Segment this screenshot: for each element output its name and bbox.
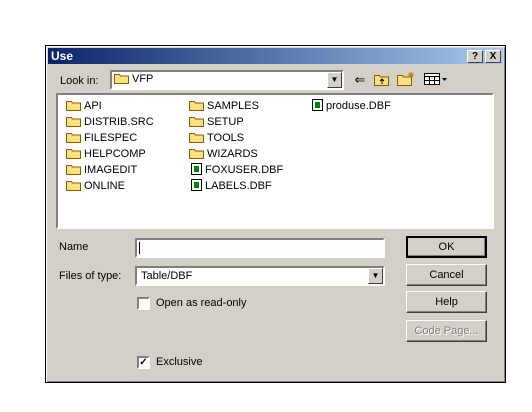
folder-icon xyxy=(189,117,204,127)
chevron-down-icon[interactable]: ▼ xyxy=(327,72,342,88)
folder-icon xyxy=(66,133,81,143)
list-item[interactable]: SETUP xyxy=(189,115,244,130)
dbf-file-icon xyxy=(191,179,202,191)
list-item[interactable]: HELPCOMP xyxy=(66,147,146,162)
title-bar[interactable]: Use ? X xyxy=(48,48,503,64)
up-folder-icon[interactable] xyxy=(372,71,392,89)
view-menu-icon[interactable] xyxy=(422,71,450,89)
name-input[interactable] xyxy=(135,238,385,258)
help-button[interactable]: Help xyxy=(406,291,487,313)
list-item[interactable]: DISTRIB.SRC xyxy=(66,115,154,130)
list-item[interactable]: FOXUSER.DBF xyxy=(191,163,283,178)
open-readonly-checkbox[interactable] xyxy=(137,297,150,310)
ok-button[interactable]: OK xyxy=(406,236,487,258)
list-item[interactable]: ONLINE xyxy=(66,179,125,194)
list-item[interactable]: API xyxy=(66,99,102,114)
folder-icon xyxy=(189,101,204,111)
list-item[interactable]: LABELS.DBF xyxy=(191,179,272,194)
dbf-file-icon xyxy=(312,99,323,111)
open-readonly-label: Open as read-only xyxy=(156,297,247,309)
list-item[interactable]: produse.DBF xyxy=(312,99,391,114)
folder-icon xyxy=(66,181,81,191)
exclusive-label: Exclusive xyxy=(156,356,203,368)
back-arrow-icon[interactable]: ⇐ xyxy=(350,71,370,89)
folder-icon xyxy=(66,101,81,111)
list-item[interactable]: TOOLS xyxy=(189,131,244,146)
folder-icon xyxy=(66,165,81,175)
lookin-value: VFP xyxy=(132,73,154,85)
list-item[interactable]: WIZARDS xyxy=(189,147,258,162)
folder-icon xyxy=(189,149,204,159)
file-list[interactable]: API DISTRIB.SRC FILESPEC HELPCOMP IMAGED… xyxy=(56,93,494,229)
filetype-label: Files of type: xyxy=(59,270,122,282)
new-folder-icon[interactable] xyxy=(396,71,416,89)
cancel-button[interactable]: Cancel xyxy=(406,264,487,286)
close-button[interactable]: X xyxy=(485,50,501,63)
list-item[interactable]: IMAGEDIT xyxy=(66,163,137,178)
dialog-title: Use xyxy=(51,49,74,63)
lookin-dropdown[interactable]: VFP ▼ xyxy=(110,70,344,90)
lookin-label: Look in: xyxy=(60,75,99,87)
list-item[interactable]: SAMPLES xyxy=(189,99,259,114)
chevron-down-icon[interactable]: ▼ xyxy=(368,268,383,284)
folder-icon xyxy=(114,74,129,84)
help-title-button[interactable]: ? xyxy=(467,50,483,63)
name-label: Name xyxy=(59,241,89,253)
folder-icon xyxy=(66,117,81,127)
list-item[interactable]: FILESPEC xyxy=(66,131,137,146)
text-caret xyxy=(139,242,140,254)
filetype-dropdown[interactable]: Table/DBF ▼ xyxy=(135,266,385,286)
dbf-file-icon xyxy=(191,163,202,175)
exclusive-checkbox[interactable]: ✓ xyxy=(137,356,150,369)
folder-icon xyxy=(189,133,204,143)
filetype-value: Table/DBF xyxy=(141,270,193,282)
use-dialog: Use ? X Look in: VFP ▼ ⇐ API DISTRIB.SRC… xyxy=(45,45,506,383)
folder-icon xyxy=(66,149,81,159)
code-page-button[interactable]: Code Page... xyxy=(406,320,487,342)
